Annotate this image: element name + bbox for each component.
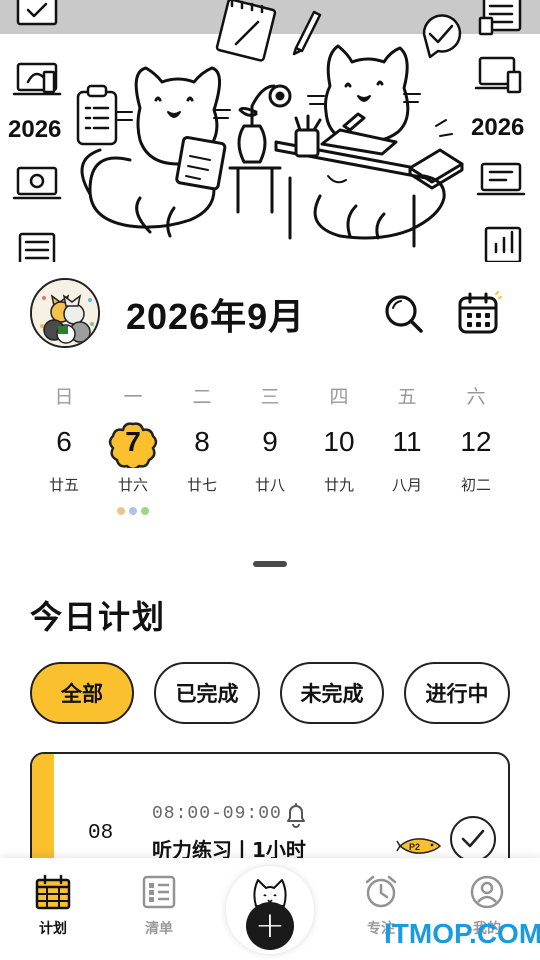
day-tue[interactable]: 二 8 廿七 (168, 380, 236, 520)
nav-label: 清单 (145, 921, 173, 937)
day-sun[interactable]: 日 6 廿五 (30, 380, 98, 520)
day-number: 9 (262, 426, 278, 457)
weekday-label: 三 (260, 386, 280, 408)
section-title: 今日计划 (30, 598, 167, 636)
complete-task-button[interactable] (450, 816, 496, 862)
day-number: 10 (323, 426, 355, 457)
indicator-dot (117, 507, 125, 515)
task-time: 08:00-09:00 (152, 804, 282, 824)
checkmark-icon (461, 829, 485, 848)
watermark-text: ITMOP.COM (384, 918, 540, 949)
task-day: 08 (88, 822, 114, 845)
search-button[interactable] (382, 292, 426, 336)
lunar-date: 廿七 (186, 476, 217, 494)
sheet-drag-handle[interactable] (253, 561, 287, 567)
filter-all[interactable]: 全部 (30, 662, 134, 724)
calendar-button[interactable] (456, 290, 502, 336)
calendar-grid-icon (35, 874, 71, 910)
nav-list[interactable]: 清单 (124, 874, 194, 954)
day-number: 12 (460, 426, 492, 457)
priority-label: P2 (409, 842, 420, 852)
priority-fish-icon: P2 (396, 838, 442, 854)
day-sat[interactable]: 六 12 初二 (442, 380, 510, 520)
add-plan-button[interactable]: + (246, 902, 294, 950)
filter-chips: 全部 已完成 未完成 进行中 (30, 662, 512, 726)
indicator-dot (141, 507, 149, 515)
checklist-icon (142, 875, 176, 909)
indicator-dot (129, 507, 137, 515)
lunar-date: 廿八 (254, 476, 285, 494)
search-icon (385, 295, 423, 333)
lunar-date: 八月 (391, 476, 422, 494)
calendar-icon (458, 291, 502, 334)
year-label-right: 2026 (471, 114, 525, 141)
filter-in-progress[interactable]: 进行中 (404, 662, 510, 724)
filter-incomplete[interactable]: 未完成 (280, 662, 384, 724)
avatar[interactable] (30, 278, 100, 348)
day-number: 11 (392, 426, 422, 457)
hero-illustration: 2026 2026 (0, 0, 540, 262)
day-wed[interactable]: 三 9 廿八 (236, 380, 304, 520)
user-icon (470, 875, 504, 909)
cat-group-avatar-image (32, 280, 98, 346)
weekday-label: 四 (329, 386, 349, 408)
weekday-label: 六 (466, 386, 486, 408)
bell-icon[interactable] (284, 802, 308, 828)
lunar-date: 初二 (460, 476, 491, 494)
weekday-label: 二 (192, 386, 212, 408)
nav-plan[interactable]: 计划 (18, 874, 88, 954)
lunar-date: 廿六 (117, 476, 148, 494)
lunar-date: 廿五 (48, 476, 79, 494)
day-mon-selected[interactable]: 一 7 廿六 (99, 380, 167, 520)
weekday-label: 五 (397, 386, 417, 408)
task-indicator-dots (99, 500, 167, 519)
year-label-left: 2026 (8, 116, 62, 143)
day-number: 7 (125, 426, 141, 457)
day-number: 6 (56, 426, 72, 457)
cats-at-desk-illustration (12, 0, 526, 262)
weekday-label: 一 (123, 386, 143, 408)
lunar-date: 廿九 (323, 476, 354, 494)
add-plan-button-container: + (226, 866, 314, 954)
day-number: 8 (194, 426, 210, 457)
weekday-label: 日 (54, 386, 74, 408)
day-thu[interactable]: 四 10 廿九 (305, 380, 373, 520)
month-title[interactable]: 2026年9月 (126, 288, 305, 340)
filter-completed[interactable]: 已完成 (154, 662, 260, 724)
day-fri[interactable]: 五 11 八月 (373, 380, 441, 520)
alarm-clock-icon (365, 875, 397, 908)
week-strip: 日 6 廿五 一 7 廿六 二 8 廿七 三 9 廿八 四 10 廿九 五 11… (30, 380, 510, 520)
nav-label: 计划 (39, 921, 67, 937)
